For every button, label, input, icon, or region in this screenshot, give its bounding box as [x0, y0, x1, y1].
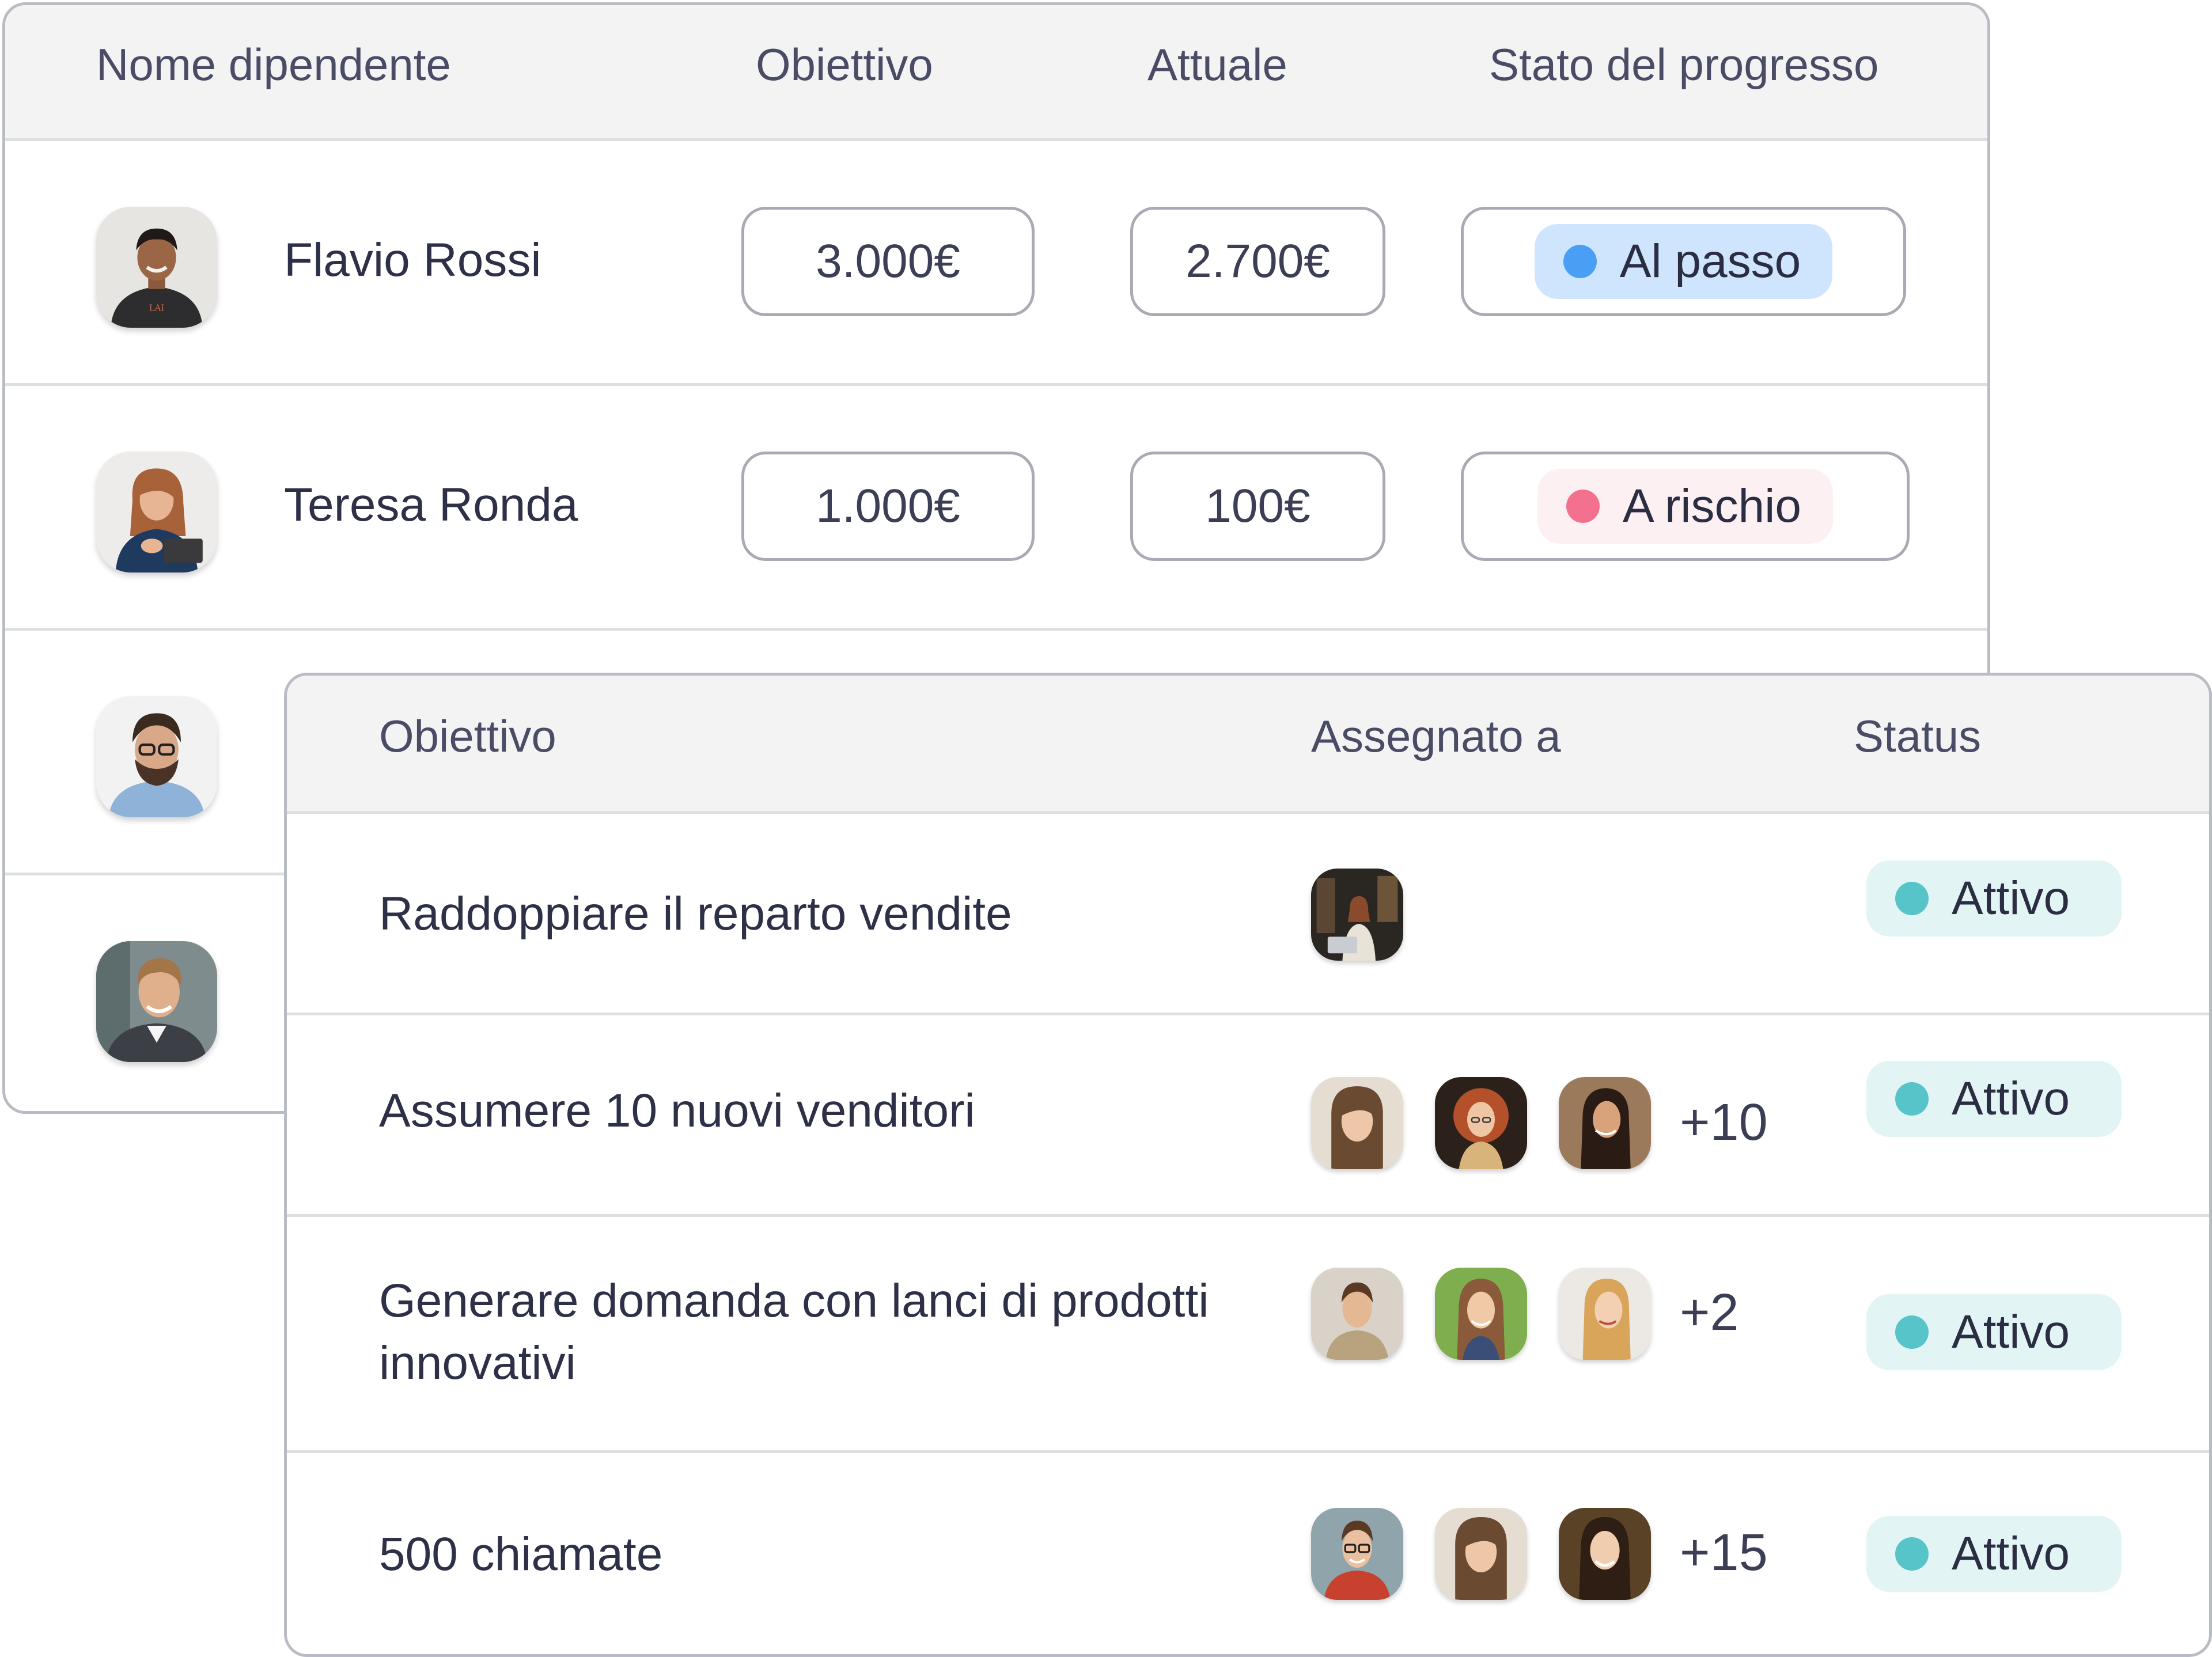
table-row[interactable]: LAI Flavio Rossi 3.000€ 2.700€ Al passo: [5, 141, 1987, 386]
status-label: A rischio: [1623, 479, 1801, 533]
status-dot-icon: [1563, 245, 1597, 278]
avatar: [1311, 1077, 1403, 1169]
status-label: Attivo: [1952, 1072, 2070, 1126]
woman-smiling-avatar: [1559, 1508, 1651, 1600]
avatar: LAI: [96, 207, 217, 328]
status-dot-icon: [1895, 1315, 1929, 1349]
avatar: [96, 452, 217, 572]
avatar: [1435, 1508, 1527, 1600]
more-assignees-count[interactable]: +2: [1680, 1283, 1739, 1343]
employee-name: Flavio Rossi: [284, 233, 541, 287]
status-dot-icon: [1895, 882, 1929, 915]
status-badge: Attivo: [1866, 1294, 2122, 1370]
objectives-table-header: Obiettivo Assegnato a Status: [287, 676, 2209, 814]
status-badge: Attivo: [1866, 1061, 2122, 1137]
avatar: [1435, 1268, 1527, 1360]
smiling-man-suit-avatar: [96, 941, 217, 1062]
current-value[interactable]: 100€: [1130, 452, 1385, 561]
avatar: [96, 941, 217, 1062]
status-badge: Attivo: [1866, 1516, 2122, 1592]
avatar: [1559, 1508, 1651, 1600]
header-current: Attuale: [1147, 39, 1287, 91]
woman-curly-red-hair-avatar: [1435, 1077, 1527, 1169]
header-employee-name: Nome dipendente: [96, 39, 451, 91]
avatar: [1559, 1077, 1651, 1169]
header-status: Status: [1854, 710, 1981, 763]
header-target: Obiettivo: [756, 39, 933, 91]
header-assigned-to: Assegnato a: [1311, 710, 1561, 763]
status-badge: Al passo: [1535, 224, 1833, 299]
table-row[interactable]: Assumere 10 nuovi venditori: [287, 1015, 2209, 1217]
target-value[interactable]: 1.000€: [741, 452, 1035, 561]
table-row[interactable]: Raddoppiare il reparto vendite Attivo: [287, 814, 2209, 1015]
objectives-table: Obiettivo Assegnato a Status Raddoppiare…: [284, 673, 2212, 1657]
status-label: Al passo: [1620, 234, 1801, 289]
table-row[interactable]: Generare domanda con lanci di prodotti i…: [287, 1217, 2209, 1453]
table-row[interactable]: 500 chiamate: [287, 1453, 2209, 1657]
woman-cafe-avatar: [1311, 869, 1403, 961]
objective-title: Raddoppiare il reparto vendite: [379, 883, 1278, 945]
progress-status-field[interactable]: A rischio: [1461, 452, 1910, 561]
table-row[interactable]: Teresa Ronda 1.000€ 100€ A rischio: [5, 386, 1987, 631]
woman-outdoor-avatar: [1435, 1268, 1527, 1360]
woman-laptop-avatar: [96, 452, 217, 572]
status-dot-icon: [1895, 1082, 1929, 1116]
header-progress-status: Stato del progresso: [1489, 39, 1878, 91]
avatar: [1311, 1268, 1403, 1360]
objective-title: Generare domanda con lanci di prodotti i…: [379, 1270, 1278, 1394]
progress-status-field[interactable]: Al passo: [1461, 207, 1906, 316]
more-assignees-count[interactable]: +15: [1680, 1523, 1768, 1583]
avatar: [1311, 869, 1403, 961]
more-assignees-count[interactable]: +10: [1680, 1093, 1768, 1152]
current-value[interactable]: 2.700€: [1130, 207, 1385, 316]
target-value[interactable]: 3.000€: [741, 207, 1035, 316]
bearded-man-glasses-avatar: [96, 696, 217, 817]
objective-title: 500 chiamate: [379, 1523, 1278, 1586]
status-label: Attivo: [1952, 1305, 2070, 1359]
woman-dark-hair-avatar: [1559, 1077, 1651, 1169]
status-label: Attivo: [1952, 871, 2070, 926]
man-short-hair-avatar: [1311, 1268, 1403, 1360]
status-label: Attivo: [1952, 1527, 2070, 1581]
status-badge: A rischio: [1537, 469, 1833, 544]
avatar: [1435, 1077, 1527, 1169]
objective-title: Assumere 10 nuovi venditori: [379, 1080, 1278, 1142]
header-objective: Obiettivo: [379, 710, 556, 763]
status-dot-icon: [1566, 490, 1600, 523]
man-glasses-avatar: [1311, 1508, 1403, 1600]
employee-name: Teresa Ronda: [284, 478, 578, 532]
svg-text:LAI: LAI: [149, 304, 164, 313]
avatar: [1311, 1508, 1403, 1600]
status-dot-icon: [1895, 1537, 1929, 1571]
woman-long-hair-avatar: [1311, 1077, 1403, 1169]
employee-table-header: Nome dipendente Obiettivo Attuale Stato …: [5, 5, 1987, 141]
woman-long-hair-avatar: [1435, 1508, 1527, 1600]
avatar: [1559, 1268, 1651, 1360]
avatar: [96, 696, 217, 817]
status-badge: Attivo: [1866, 860, 2122, 936]
woman-blonde-avatar: [1559, 1268, 1651, 1360]
man-dark-tshirt-avatar: LAI: [96, 207, 217, 328]
